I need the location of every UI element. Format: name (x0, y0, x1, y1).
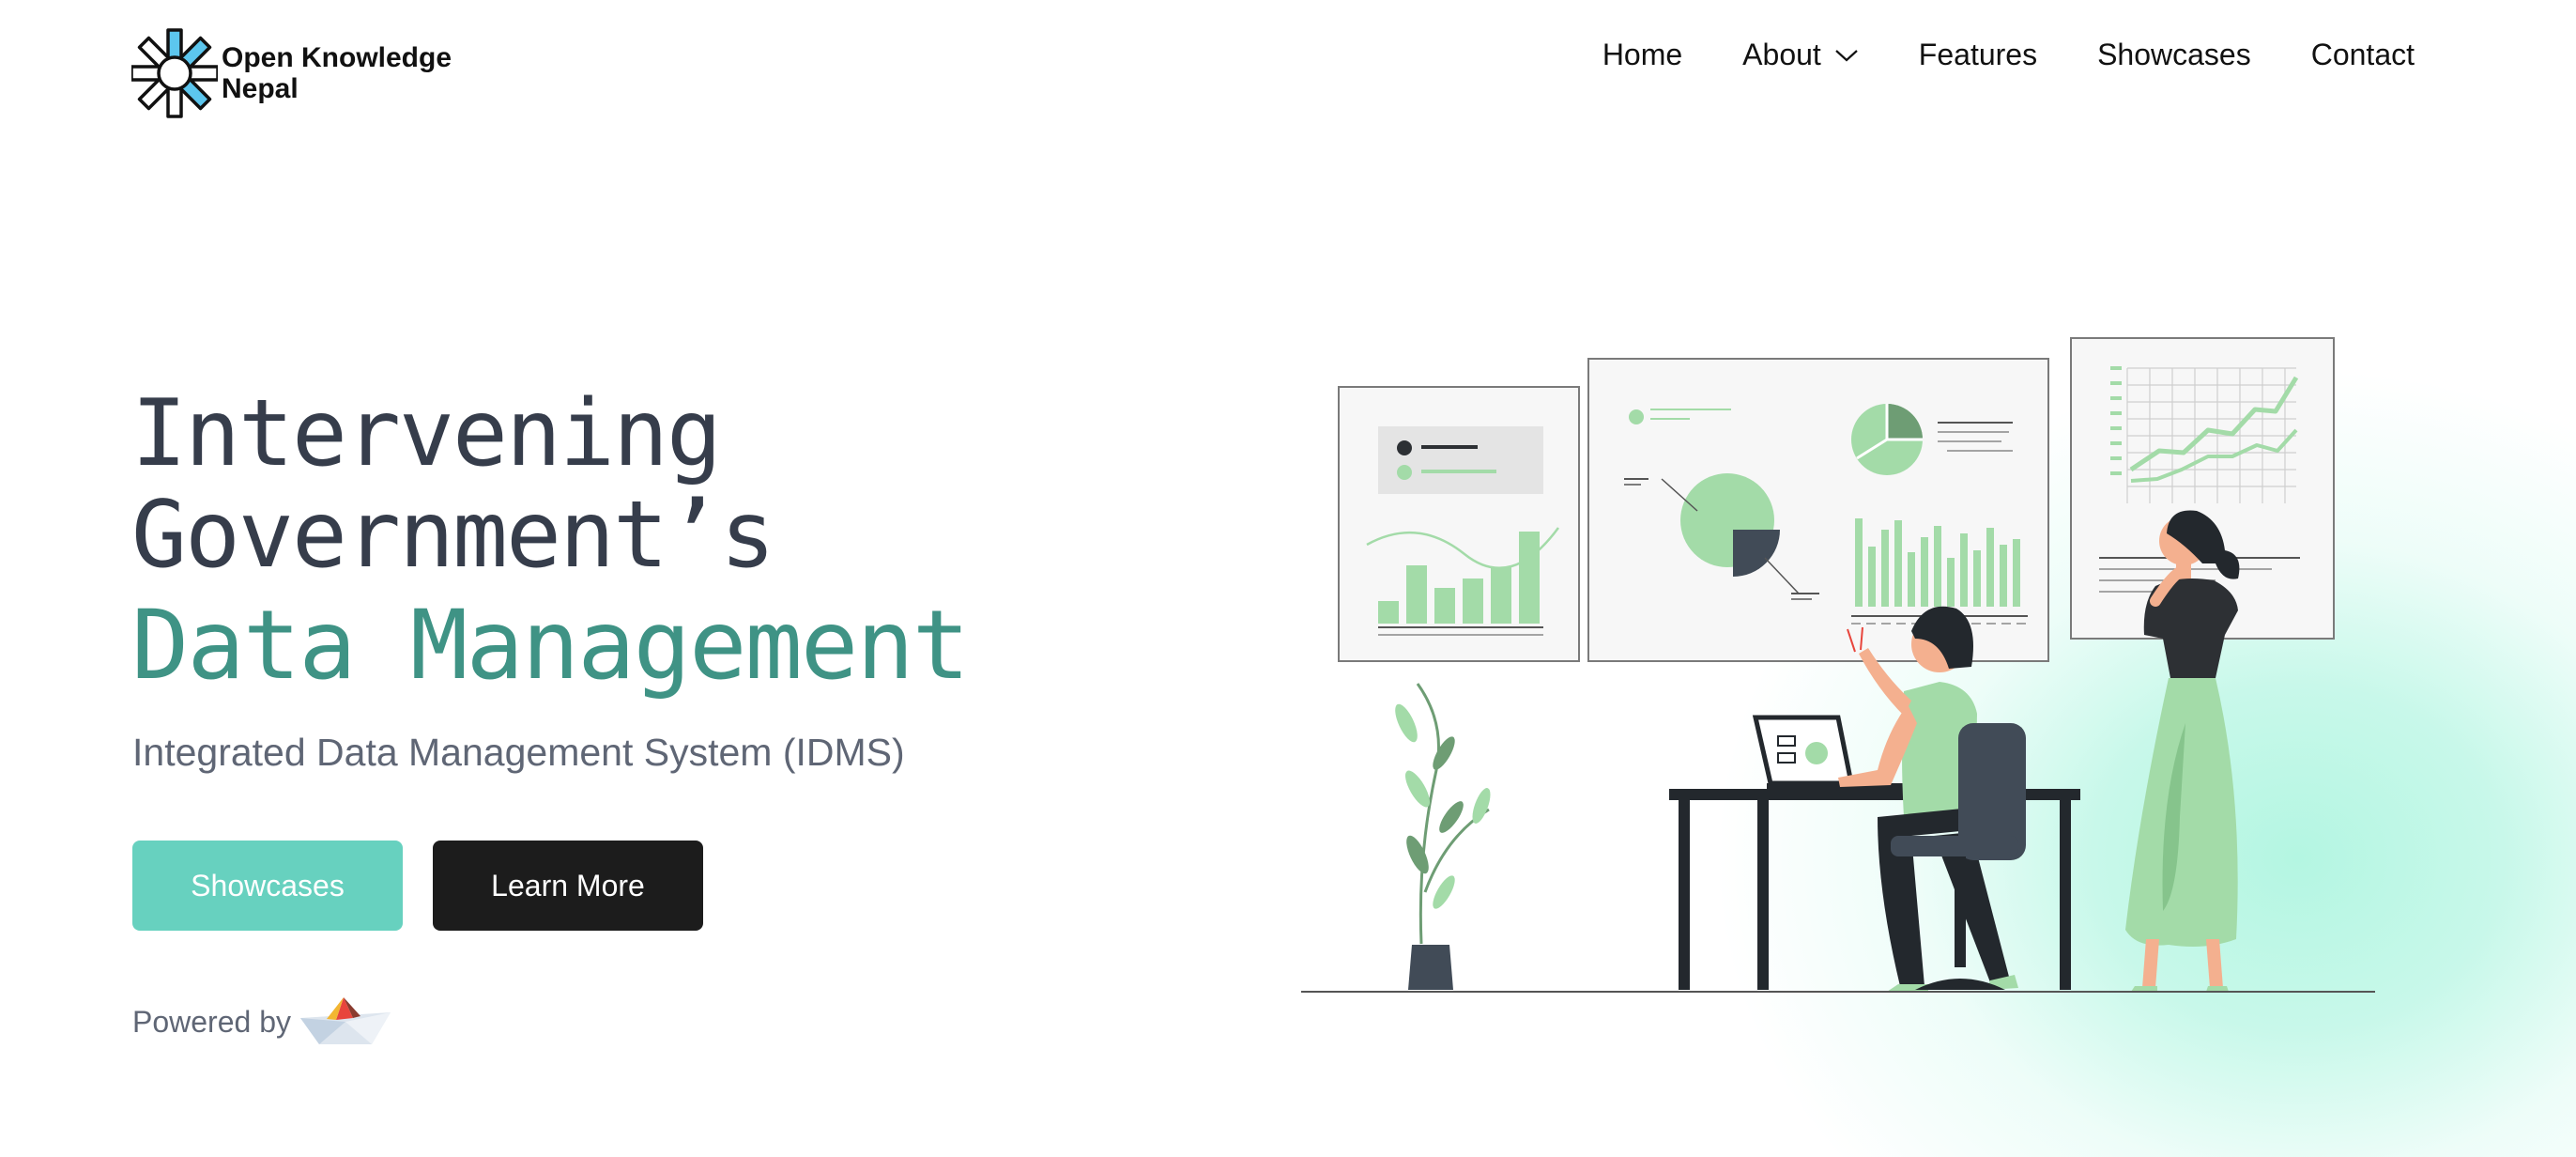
learn-more-button-label: Learn More (491, 868, 645, 902)
potted-plant (1395, 683, 1491, 990)
showcases-button[interactable]: Showcases (132, 841, 403, 931)
okn-star-logo-icon (131, 28, 218, 118)
showcases-button-label: Showcases (191, 868, 345, 902)
nav-contact-label: Contact (2310, 38, 2415, 71)
brand-name-line2: Nepal (222, 73, 299, 104)
dashboard-panel-center (1587, 358, 2049, 662)
brand-name-line1: Open Knowledge (222, 42, 452, 73)
nav-features[interactable]: Features (1919, 38, 2037, 72)
nav-showcases-label: Showcases (2097, 38, 2251, 71)
powered-by-label: Powered by (132, 1004, 291, 1039)
brand-logo[interactable]: Open Knowledge Nepal (131, 28, 452, 118)
learn-more-button[interactable]: Learn More (433, 841, 703, 931)
nav-about[interactable]: About (1742, 38, 1859, 72)
hero-title: Intervening Government’s (131, 380, 775, 589)
powered-by: Powered by (132, 994, 392, 1050)
brand-name: Open Knowledge Nepal (222, 42, 452, 104)
paper-boat-logo-icon[interactable] (299, 994, 392, 1050)
nav-showcases[interactable]: Showcases (2097, 38, 2251, 72)
nav-contact[interactable]: Contact (2311, 38, 2415, 72)
nav-home[interactable]: Home (1602, 38, 1682, 72)
hero-title-line2: Government’s (131, 482, 775, 589)
dashboard-panel-left (1338, 386, 1580, 662)
hero-illustration (1301, 337, 2375, 993)
nav-about-label: About (1742, 38, 1821, 71)
hero-subtitle: Integrated Data Management System (IDMS) (132, 731, 905, 774)
chevron-down-icon (1835, 49, 1858, 61)
hero-title-line1: Intervening (131, 380, 722, 487)
nav-home-label: Home (1602, 38, 1683, 71)
hero-title-accent: Data Management (131, 590, 970, 702)
main-nav: Home About Features Showcases Contact (1602, 38, 2415, 72)
nav-features-label: Features (1918, 38, 2038, 71)
